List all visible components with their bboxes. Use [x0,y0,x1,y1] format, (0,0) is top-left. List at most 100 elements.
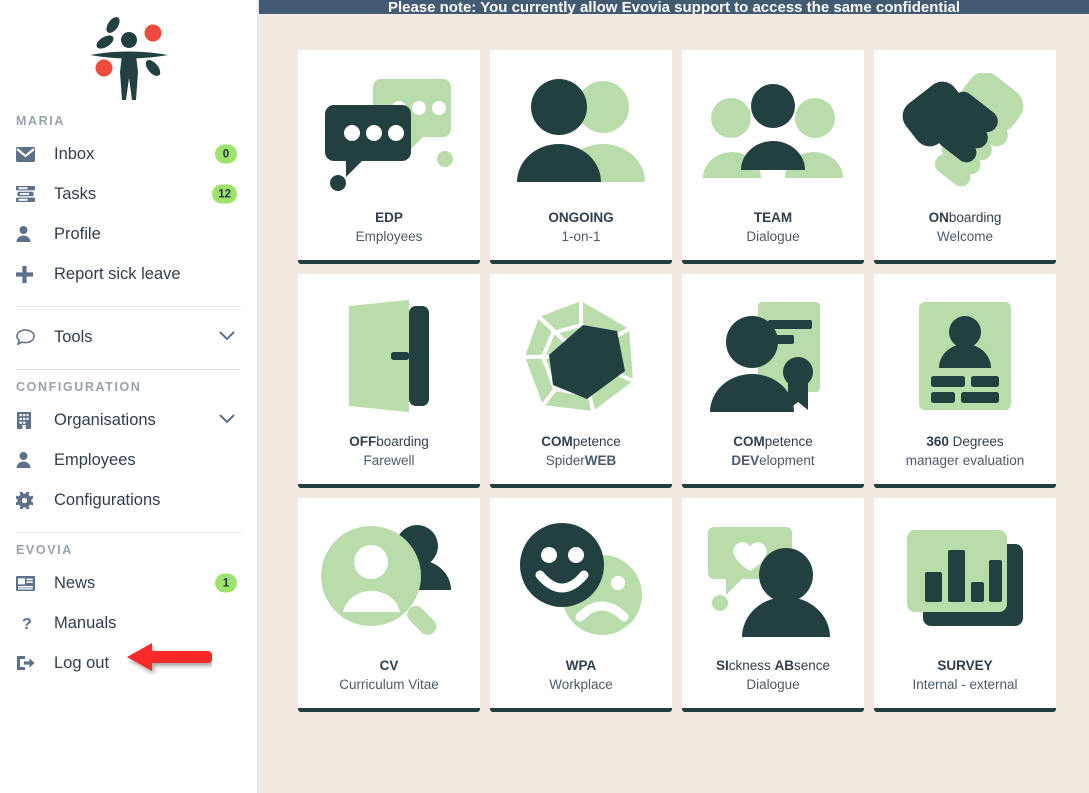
sidebar-item-label: Employees [54,450,136,469]
card-title: SIckness ABsence [715,658,831,673]
card-title: TEAM [753,210,793,225]
card-title: 360 Degrees [926,434,1004,449]
card-subtitle: DEVelopment [731,453,815,468]
card-subtitle: Dialogue [746,229,800,244]
chevron-down-icon[interactable] [219,328,235,346]
id-card-icon [874,274,1056,432]
sidebar-item-employees[interactable]: Employees [16,440,241,480]
sidebar-item-label: Inbox [54,144,95,163]
gear-icon [16,491,46,509]
news-icon [16,575,46,591]
sidebar-item-tasks[interactable]: Tasks 12 [16,174,241,214]
logout-icon [16,655,46,671]
card-360-degrees[interactable]: 360 Degrees manager evaluation [874,274,1056,488]
person-certificate-icon [682,274,864,432]
card-title: ONboarding [928,210,1002,225]
card-title: COMpetence [541,434,621,449]
sidebar-item-label: Report sick leave [54,264,181,283]
card-title: OFFboarding [349,434,429,449]
sidebar-item-label: Log out [54,653,110,672]
chat-bubble-icon [16,329,46,345]
sidebar-item-label: Organisations [54,410,156,429]
two-people-icon [490,50,672,208]
user-icon [16,226,46,242]
sidebar-item-news[interactable]: News 1 [16,563,241,603]
sidebar-item-organisations[interactable]: Organisations [16,400,241,440]
card-subtitle: Dialogue [746,677,800,692]
main-content: Please note: You currently allow Evovia … [259,0,1089,793]
heart-bubble-person-icon [682,498,864,656]
card-team[interactable]: TEAM Dialogue [682,50,864,264]
card-subtitle: Workplace [549,677,613,692]
envelope-icon [16,146,46,162]
card-subtitle: Curriculum Vitae [339,677,439,692]
card-subtitle: Welcome [936,229,994,244]
sidebar-item-configurations[interactable]: Configurations [16,480,241,520]
card-subtitle: Internal - external [912,677,1018,692]
card-subtitle: manager evaluation [905,453,1025,468]
sidebar-item-label: Configurations [54,490,161,509]
sidebar-item-report-sick-leave[interactable]: Report sick leave [16,254,241,294]
card-competence-spiderweb[interactable]: COMpetence SpiderWEB [490,274,672,488]
person-magnifier-icon [298,498,480,656]
module-card-grid: EDP Employees ONGOING 1-on-1 TEAM Dialog… [259,14,1089,712]
card-title: WPA [565,658,597,673]
plus-icon [16,265,46,283]
card-subtitle: SpiderWEB [545,453,617,468]
card-ongoing[interactable]: ONGOING 1-on-1 [490,50,672,264]
svg-text:?: ? [22,616,32,632]
tasks-badge: 12 [212,184,237,204]
inbox-badge: 0 [215,144,237,164]
card-cv[interactable]: CV Curriculum Vitae [298,498,480,712]
bar-chart-icon [874,498,1056,656]
chevron-down-icon[interactable] [219,411,235,429]
card-wpa[interactable]: WPA Workplace [490,498,672,712]
sidebar-item-label: Tools [54,327,93,346]
evovia-logo[interactable] [16,0,241,108]
card-title: SURVEY [937,658,993,673]
card-title: ONGOING [548,210,614,225]
sidebar: MARIA Inbox 0 Tasks 12 Profile Report si… [0,0,259,793]
sidebar-item-inbox[interactable]: Inbox 0 [16,134,241,174]
card-competence-development[interactable]: COMpetence DEVelopment [682,274,864,488]
three-people-icon [682,50,864,208]
handshake-icon [874,50,1056,208]
sidebar-item-tools[interactable]: Tools [16,317,241,357]
tasks-list-icon [16,186,46,202]
sidebar-section-label-configuration: CONFIGURATION [16,380,142,394]
sidebar-item-label: Manuals [54,613,117,632]
card-subtitle: Farewell [363,453,415,468]
door-icon [298,274,480,432]
notice-text: Please note: You currently allow Evovia … [387,0,961,14]
card-sickness-absence[interactable]: SIckness ABsence Dialogue [682,498,864,712]
sidebar-item-label: Profile [54,224,101,243]
sidebar-divider-3 [16,532,241,533]
card-onboarding[interactable]: ONboarding Welcome [874,50,1056,264]
sidebar-section-label-evovia: EVOVIA [16,543,73,557]
user-icon [16,452,46,468]
sidebar-item-label: News [54,573,96,592]
sidebar-divider-2 [16,369,241,370]
card-title: COMpetence [733,434,813,449]
happy-sad-faces-icon [490,498,672,656]
card-offboarding[interactable]: OFFboarding Farewell [298,274,480,488]
sidebar-item-label: Tasks [54,184,97,203]
question-mark-icon: ? [16,615,46,632]
speech-bubbles-icon [298,50,480,208]
card-title: CV [379,658,399,673]
building-icon [16,411,46,429]
card-survey[interactable]: SURVEY Internal - external [874,498,1056,712]
card-edp[interactable]: EDP Employees [298,50,480,264]
sidebar-item-profile[interactable]: Profile [16,214,241,254]
card-subtitle: 1-on-1 [561,229,601,244]
sidebar-divider-1 [16,306,241,307]
card-title: EDP [375,210,403,225]
news-badge: 1 [215,573,237,593]
sidebar-item-log-out[interactable]: Log out [16,643,241,683]
sidebar-item-manuals[interactable]: ? Manuals [16,603,241,643]
spiderweb-chart-icon [490,274,672,432]
card-subtitle: Employees [355,229,423,244]
app-root: MARIA Inbox 0 Tasks 12 Profile Report si… [0,0,1089,793]
support-access-notice-bar: Please note: You currently allow Evovia … [259,0,1089,14]
sidebar-section-label-maria: MARIA [16,114,65,128]
